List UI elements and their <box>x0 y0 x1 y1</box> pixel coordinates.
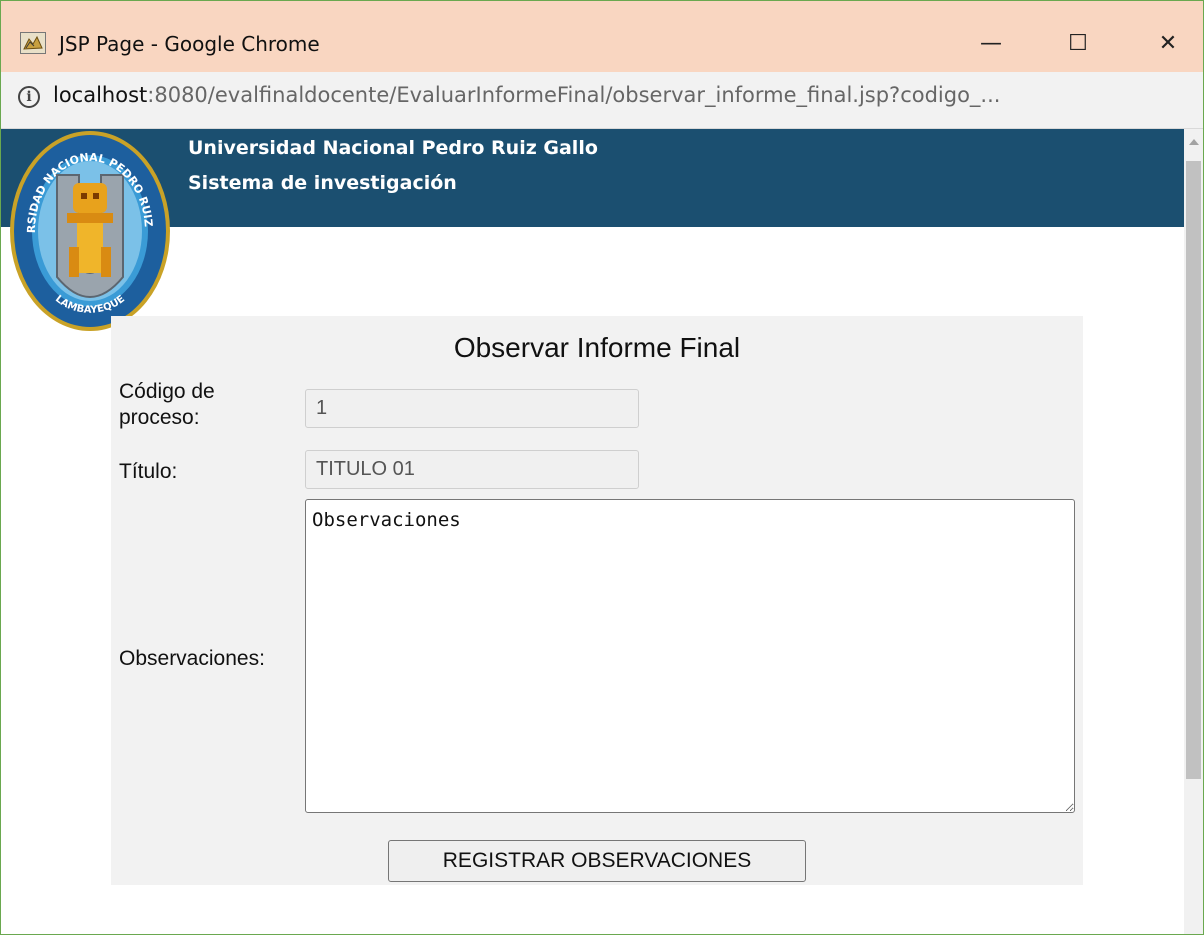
address-bar[interactable]: i localhost:8080/evalfinaldocente/Evalua… <box>1 72 1203 129</box>
app-icon <box>20 32 46 54</box>
process-code-label: Código de proceso: <box>119 380 215 429</box>
title-field[interactable]: TITULO 01 <box>305 450 639 489</box>
title-bar[interactable]: JSP Page - Google Chrome — ☐ ✕ <box>1 1 1203 72</box>
process-code-field[interactable]: 1 <box>305 389 639 428</box>
register-observations-button[interactable]: REGISTRAR OBSERVACIONES <box>388 840 806 882</box>
site-header: Universidad Nacional Pedro Ruiz Gallo Si… <box>1 129 1184 227</box>
page-viewport: Universidad Nacional Pedro Ruiz Gallo Si… <box>1 127 1184 934</box>
window-title: JSP Page - Google Chrome <box>59 32 320 56</box>
observations-label: Observaciones: <box>119 647 265 670</box>
scroll-thumb[interactable] <box>1186 161 1201 779</box>
observations-textarea[interactable]: Observaciones <box>305 499 1075 813</box>
scroll-up-arrow-icon[interactable] <box>1189 139 1199 145</box>
system-name: Sistema de investigación <box>188 172 457 194</box>
url-host: localhost <box>53 83 148 107</box>
title-label: Título: <box>119 460 178 483</box>
vertical-scrollbar[interactable] <box>1184 129 1203 934</box>
browser-window: JSP Page - Google Chrome — ☐ ✕ i localho… <box>0 0 1204 935</box>
url-path: :8080/evalfinaldocente/EvaluarInformeFin… <box>147 83 1001 107</box>
minimize-button[interactable]: — <box>956 21 1026 67</box>
info-icon[interactable]: i <box>18 86 40 108</box>
close-button[interactable]: ✕ <box>1133 21 1203 67</box>
maximize-button[interactable]: ☐ <box>1043 21 1113 67</box>
url-text[interactable]: localhost:8080/evalfinaldocente/EvaluarI… <box>53 83 1000 107</box>
observe-report-form: Observar Informe Final Código de proceso… <box>111 316 1083 885</box>
form-title: Observar Informe Final <box>453 332 741 363</box>
university-logo: UNIVERSIDAD NACIONAL PEDRO RUIZ GALLO LA… <box>7 127 170 331</box>
university-name: Universidad Nacional Pedro Ruiz Gallo <box>188 137 598 159</box>
